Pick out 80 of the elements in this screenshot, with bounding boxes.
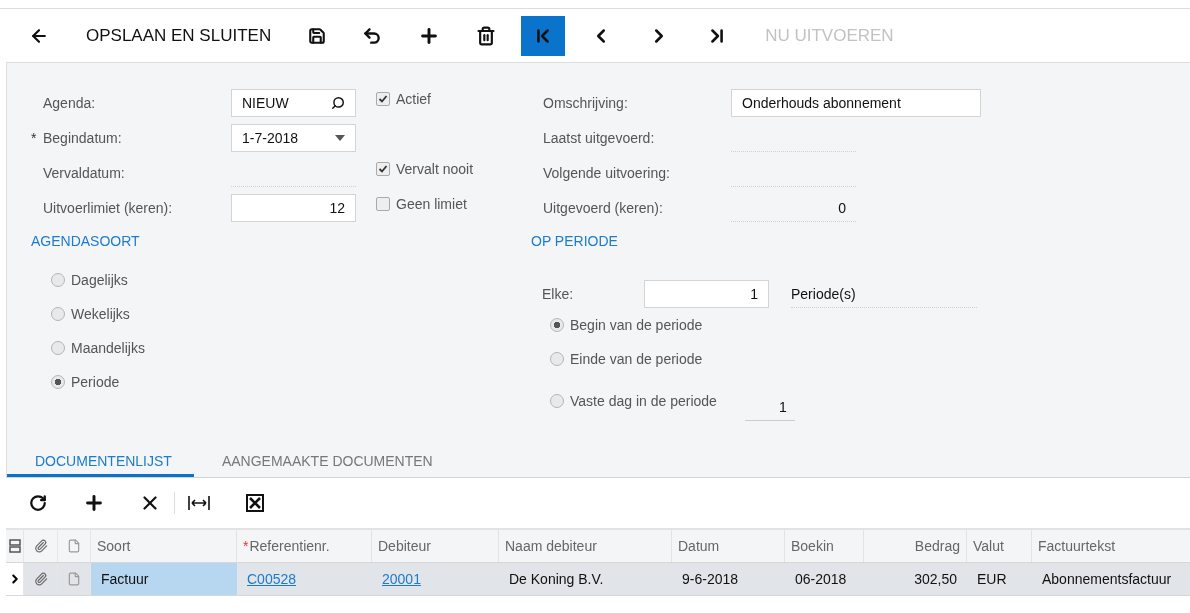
field-label: Uitvoerlimiet (keren):: [43, 200, 173, 216]
link[interactable]: 20001: [382, 571, 421, 587]
table-row[interactable]: Factuur C00528 20001 De Koning B.V. 9-6-2018 06-2018 302,50 EUR Abonnementsfactuur: [6, 563, 1190, 596]
checkbox-label: Actief: [396, 91, 431, 107]
column-header[interactable]: Datum: [678, 538, 720, 554]
radio-button[interactable]: [51, 341, 65, 355]
unit-field: Periode(s): [791, 280, 977, 308]
toolbar-text-button[interactable]: OPSLAAN EN SLUITEN: [74, 15, 284, 56]
table-cell[interactable]: EUR: [967, 563, 1032, 595]
required-mark: *: [31, 130, 38, 146]
table-cell[interactable]: 06-2018: [785, 563, 864, 595]
field-label: Omschrijving:: [543, 95, 628, 111]
save-icon: [308, 26, 327, 45]
checkbox-label: Geen limiet: [396, 196, 467, 212]
radio-button[interactable]: [550, 394, 564, 408]
checkbox[interactable]: [376, 92, 390, 106]
paperclip-icon: [33, 539, 48, 553]
radio-button[interactable]: [51, 273, 65, 287]
search-icon: [331, 96, 345, 110]
undo-icon: [362, 25, 383, 46]
document-icon: [67, 539, 81, 553]
table-cell[interactable]: 302,50: [864, 563, 967, 595]
tab[interactable]: DOCUMENTENLIJST: [7, 447, 194, 477]
table-cell[interactable]: C00528: [237, 563, 372, 595]
radio-label: Wekelijks: [71, 306, 130, 322]
section-title: OP PERIODE: [531, 233, 619, 251]
column-header[interactable]: Factuurtekst: [1038, 538, 1116, 554]
document-icon: [67, 572, 81, 586]
date-field[interactable]: 1-7-2018: [231, 124, 356, 152]
radio-label: Vaste dag in de periode: [570, 393, 717, 409]
radio-label: Dagelijks: [71, 272, 128, 288]
readonly-field: 0: [731, 194, 856, 222]
checkbox[interactable]: [376, 197, 390, 211]
radio-label: Einde van de periode: [570, 351, 703, 367]
required-mark: *: [243, 538, 249, 554]
delete-icon: [476, 25, 497, 46]
field-label: Uitgevoerd (keren):: [543, 200, 663, 216]
table-cell[interactable]: Abonnementsfactuur: [1032, 563, 1190, 595]
checkbox[interactable]: [376, 162, 390, 176]
table-cell[interactable]: 9-6-2018: [672, 563, 785, 595]
column-header[interactable]: Referentienr.: [249, 538, 330, 554]
radio-label: Maandelijks: [71, 340, 145, 356]
field-label: Vervaldatum:: [43, 165, 125, 181]
column-header[interactable]: Boekin: [791, 538, 834, 554]
add-icon: [83, 492, 105, 514]
tab[interactable]: AANGEMAAKTE DOCUMENTEN: [193, 447, 455, 477]
number-field[interactable]: 1: [744, 393, 795, 421]
field-label: Volgende uitvoering:: [543, 165, 670, 181]
first-button[interactable]: [521, 15, 566, 56]
field-label: Laatst uitgevoerd:: [543, 130, 655, 146]
radio-label: Begin van de periode: [570, 317, 703, 333]
text-field[interactable]: Onderhouds abonnement: [731, 89, 981, 117]
radio-button[interactable]: [550, 318, 564, 332]
table-cell[interactable]: Factuur: [91, 563, 237, 595]
field-label: Begindatum:: [43, 130, 122, 146]
fit-width-icon: [188, 495, 210, 511]
caret-icon: [335, 135, 345, 141]
radio-button[interactable]: [51, 307, 65, 321]
radio-label: Periode: [71, 374, 120, 390]
link[interactable]: C00528: [247, 571, 297, 587]
field-label: Elke:: [542, 286, 575, 302]
paperclip-icon: [33, 572, 48, 586]
refresh-icon: [29, 494, 47, 512]
number-field[interactable]: 12: [231, 194, 356, 222]
radio-button[interactable]: [550, 352, 564, 366]
column-header[interactable]: Valut: [973, 538, 1004, 554]
lookup-field[interactable]: NIEUW: [231, 89, 356, 117]
table-cell[interactable]: De Koning B.V.: [499, 563, 672, 595]
spreadsheet-icon: [246, 494, 264, 512]
column-header[interactable]: Debiteur: [378, 538, 431, 554]
number-field[interactable]: 1: [644, 280, 769, 308]
checkbox-label: Vervalt nooit: [396, 161, 474, 177]
field-label: Agenda:: [43, 95, 96, 111]
table-cell[interactable]: 20001: [372, 563, 499, 595]
section-title: AGENDASOORT: [31, 233, 141, 251]
rows-icon: [8, 539, 21, 553]
column-header[interactable]: Bedrag: [914, 538, 960, 554]
radio-button[interactable]: [51, 375, 65, 389]
column-header[interactable]: Soort: [97, 538, 131, 554]
column-header[interactable]: Naam debiteur: [505, 538, 597, 554]
